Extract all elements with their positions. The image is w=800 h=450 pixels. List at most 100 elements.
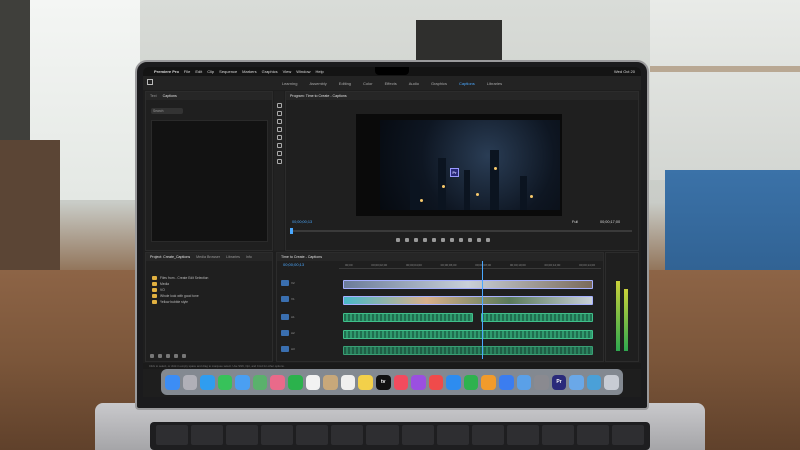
dock-notes-icon[interactable] — [358, 374, 373, 390]
tab-project[interactable]: Project: Create_Captions — [150, 255, 190, 259]
tab-text[interactable]: Text — [150, 94, 157, 98]
dock-pages-icon[interactable] — [481, 374, 496, 390]
video-clip[interactable] — [343, 296, 593, 305]
caption-list-area[interactable] — [151, 120, 268, 242]
dock-keynote-icon[interactable] — [498, 374, 514, 390]
new-bin-icon[interactable] — [166, 354, 170, 358]
dock-trash-icon[interactable] — [604, 374, 620, 390]
dock-news-icon[interactable] — [428, 374, 444, 390]
track-header-v2[interactable]: V2 — [281, 279, 337, 287]
dock-photos-icon[interactable] — [270, 374, 286, 390]
extract-icon[interactable] — [468, 238, 472, 242]
step-forward-icon[interactable] — [441, 238, 445, 242]
tab-media-browser[interactable]: Media Browser — [196, 255, 220, 259]
menu-window[interactable]: Window — [296, 69, 310, 74]
dock-launchpad-icon[interactable] — [182, 374, 198, 390]
export-frame-icon[interactable] — [477, 238, 481, 242]
track-header-a3[interactable]: A3 — [281, 345, 337, 353]
slip-tool-icon[interactable] — [276, 135, 282, 140]
track-target-icon[interactable] — [281, 296, 289, 302]
go-to-out-icon[interactable] — [450, 238, 454, 242]
dock-folder-icon[interactable] — [569, 374, 584, 390]
dock-podcasts-icon[interactable] — [411, 374, 426, 390]
play-icon[interactable] — [432, 238, 436, 242]
project-item[interactable]: Yellow bubble style — [146, 299, 272, 305]
audio-clip[interactable] — [343, 313, 473, 322]
tab-libraries[interactable]: Libraries — [226, 255, 240, 259]
menu-app-name[interactable]: Premiere Pro — [154, 69, 179, 74]
workspace-tab[interactable]: Graphics — [431, 81, 447, 86]
tab-info[interactable]: Info — [246, 255, 252, 259]
home-icon[interactable] — [147, 79, 153, 85]
selection-tool-icon[interactable] — [276, 103, 282, 108]
audio-clip[interactable] — [343, 330, 593, 339]
program-playhead[interactable] — [290, 228, 293, 234]
menu-clock[interactable]: Wed Oct 20 — [614, 69, 635, 74]
comparison-view-icon[interactable] — [486, 238, 490, 242]
dock-system-preferences-icon[interactable] — [534, 374, 549, 390]
caption-search-input[interactable]: Search — [151, 108, 183, 114]
track-header-a1[interactable]: A1 — [281, 313, 337, 321]
audio-clip[interactable] — [343, 346, 593, 355]
hand-tool-icon[interactable] — [276, 151, 282, 156]
dock-messages-icon[interactable] — [217, 374, 233, 390]
track-header-a2[interactable]: A2 — [281, 329, 337, 337]
menu-file[interactable]: File — [184, 69, 190, 74]
dock-reminders-icon[interactable] — [340, 374, 356, 390]
ripple-edit-tool-icon[interactable] — [276, 119, 282, 124]
trash-icon[interactable] — [182, 354, 186, 358]
lift-icon[interactable] — [459, 238, 463, 242]
pen-tool-icon[interactable] — [276, 143, 282, 148]
mark-out-icon[interactable] — [405, 238, 409, 242]
dock-finder-icon[interactable] — [164, 374, 180, 390]
mark-in-icon[interactable] — [396, 238, 400, 242]
new-item-icon[interactable] — [174, 354, 178, 358]
dock-premiere-pro-icon[interactable]: Pr — [551, 374, 567, 390]
dock-music-icon[interactable] — [393, 374, 409, 390]
timeline-tab[interactable]: Time to Create - Captions — [281, 255, 322, 259]
dock-safari-icon[interactable] — [200, 374, 215, 390]
dock-tv-icon[interactable]: tv — [375, 374, 391, 390]
workspace-tab[interactable]: Effects — [385, 81, 397, 86]
menu-edit[interactable]: Edit — [195, 69, 202, 74]
program-panel-title[interactable]: Program: Time to Create - Captions — [290, 94, 347, 98]
workspace-tab[interactable]: Assembly — [309, 81, 326, 86]
workspace-tab[interactable]: Learning — [282, 81, 298, 86]
go-to-in-icon[interactable] — [414, 238, 418, 242]
dock-facetime-icon[interactable] — [288, 374, 303, 390]
razor-tool-icon[interactable] — [276, 127, 282, 132]
program-timecode-in[interactable]: 00;00;00;13 — [292, 220, 312, 224]
list-view-icon[interactable] — [150, 354, 154, 358]
menu-help[interactable]: Help — [315, 69, 323, 74]
program-scrub-bar[interactable] — [292, 230, 632, 232]
menu-graphics[interactable]: Graphics — [262, 69, 278, 74]
track-select-tool-icon[interactable] — [276, 111, 282, 116]
dock-calendar-icon[interactable] — [305, 374, 321, 390]
dock-xcode-icon[interactable] — [516, 374, 532, 390]
menu-markers[interactable]: Markers — [242, 69, 256, 74]
workspace-tab[interactable]: Libraries — [487, 81, 502, 86]
timeline-ruler[interactable]: 00;00 00;00;02;00 00;00;04;00 00;00;06;0… — [339, 263, 601, 269]
type-tool-icon[interactable] — [276, 159, 282, 164]
track-target-icon[interactable] — [281, 330, 289, 336]
workspace-tab[interactable]: Editing — [339, 81, 351, 86]
step-back-icon[interactable] — [423, 238, 427, 242]
menu-sequence[interactable]: Sequence — [219, 69, 237, 74]
dock-app-store-icon[interactable] — [446, 374, 461, 390]
workspace-tab[interactable]: Color — [363, 81, 373, 86]
menu-view[interactable]: View — [283, 69, 292, 74]
dock-mail-icon[interactable] — [235, 374, 250, 390]
dock-maps-icon[interactable] — [252, 374, 268, 390]
menu-clip[interactable]: Clip — [207, 69, 214, 74]
dock-numbers-icon[interactable] — [463, 374, 479, 390]
timeline-timecode[interactable]: 00;00;00;13 — [283, 262, 304, 267]
track-target-icon[interactable] — [281, 346, 289, 352]
dock-screen-recorder-icon[interactable] — [586, 374, 602, 390]
track-header-v1[interactable]: V1 — [281, 295, 337, 303]
track-target-icon[interactable] — [281, 280, 289, 286]
program-monitor-view[interactable]: Pr — [356, 114, 562, 216]
timeline-playhead[interactable] — [482, 261, 483, 359]
track-target-icon[interactable] — [281, 314, 289, 320]
workspace-tab-captions[interactable]: Captions — [459, 81, 475, 86]
tab-captions[interactable]: Captions — [163, 94, 177, 98]
